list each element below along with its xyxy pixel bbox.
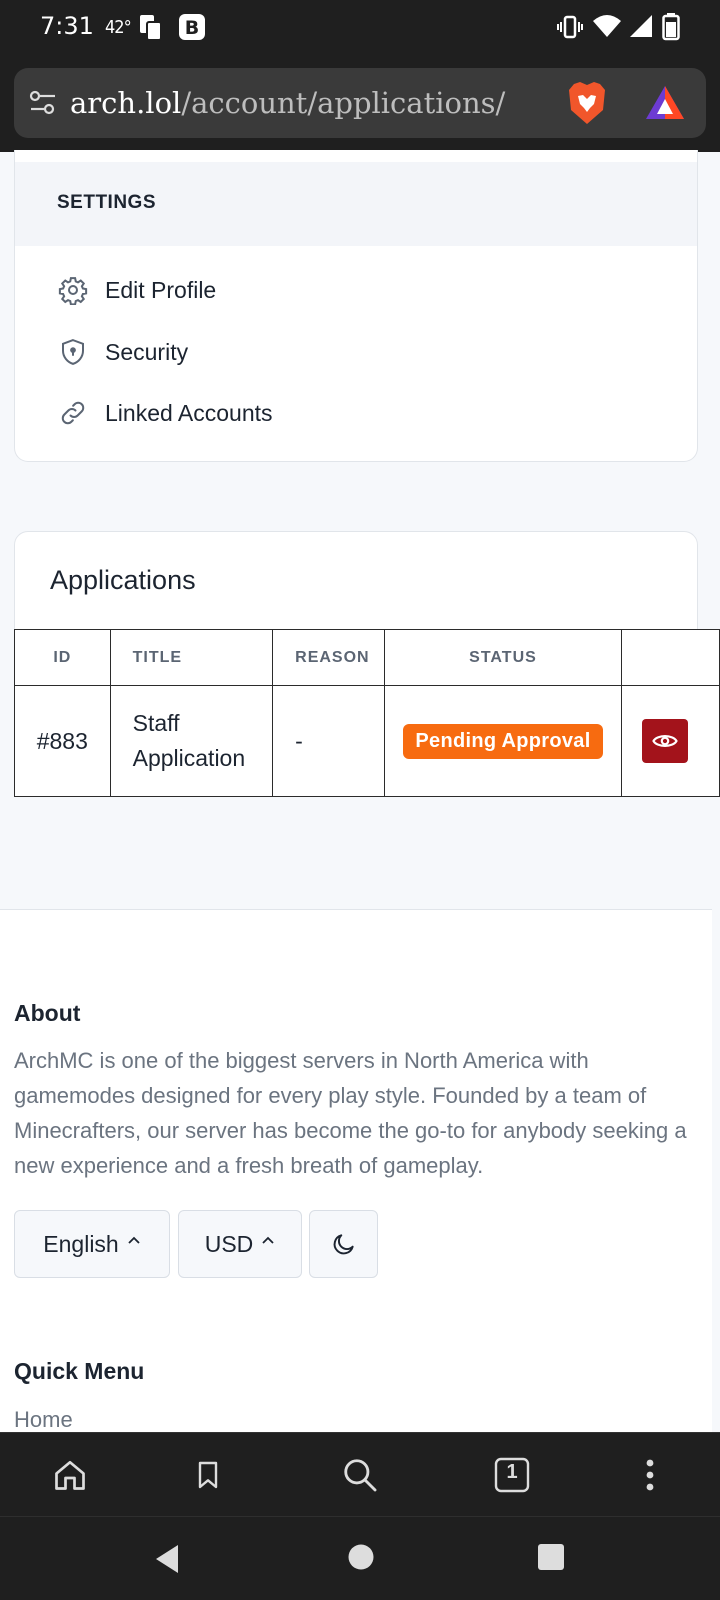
tab-count: 1 — [506, 1461, 518, 1483]
chevron-up-icon — [128, 1236, 140, 1244]
chevron-up-icon — [262, 1236, 274, 1244]
site-footer: About ArchMC is one of the biggest serve… — [0, 909, 712, 1432]
bookmarks-button[interactable] — [188, 1455, 228, 1495]
brave-rewards-icon[interactable] — [644, 83, 686, 123]
column-header-status: STATUS — [384, 629, 622, 686]
home-icon — [55, 1460, 85, 1490]
menu-item-label: Linked Accounts — [105, 399, 273, 426]
currency-selector[interactable]: USD — [178, 1210, 302, 1278]
brave-shields-icon[interactable] — [566, 80, 608, 126]
menu-item-label: Edit Profile — [105, 276, 217, 303]
back-icon[interactable] — [152, 1543, 182, 1575]
settings-card: SETTINGS Edit Profile Security Linked Ac… — [14, 150, 698, 462]
moon-icon — [333, 1234, 354, 1255]
cell-title-line: Staff — [132, 710, 180, 736]
menu-item-edit-profile[interactable]: Edit Profile — [57, 270, 216, 310]
recents-icon[interactable] — [537, 1543, 565, 1571]
column-header-title: TITLE — [109, 629, 274, 686]
cell-title-line: Application — [132, 745, 246, 771]
about-title: About — [14, 1000, 81, 1026]
browser-header: arch.lol/account/applications/ — [0, 56, 720, 152]
cell-status: Pending Approval — [384, 685, 622, 797]
dark-mode-toggle[interactable] — [309, 1210, 378, 1278]
shield-icon — [57, 336, 89, 368]
about-text: ArchMC is one of the biggest servers in … — [14, 1048, 687, 1178]
system-nav-bar — [0, 1516, 720, 1600]
language-selector[interactable]: English — [14, 1210, 170, 1278]
copy-notification-icon — [140, 15, 162, 41]
bookmark-icon — [198, 1461, 218, 1489]
settings-heading: SETTINGS — [57, 192, 157, 213]
search-icon — [344, 1459, 377, 1492]
status-temperature: 42° — [105, 17, 132, 38]
cell-id: #883 — [14, 685, 111, 797]
menu-item-linked-accounts[interactable]: Linked Accounts — [57, 393, 273, 433]
signal-icon — [630, 15, 652, 37]
eye-icon — [651, 735, 678, 747]
wifi-icon — [593, 15, 621, 37]
status-time: 7:31 — [40, 12, 94, 40]
currency-label: USD — [204, 1230, 254, 1257]
browser-toolbar: 1 — [0, 1432, 720, 1516]
url-host: arch.lol — [70, 86, 182, 120]
gear-icon — [57, 274, 89, 306]
applications-table: ID TITLE REASON STATUS #883 Staff Applic… — [14, 629, 720, 797]
b-notification-icon: B — [179, 14, 205, 40]
card-top-strip — [15, 150, 697, 162]
site-settings-icon[interactable] — [28, 90, 58, 116]
status-badge: Pending Approval — [403, 723, 603, 759]
more-vertical-icon — [646, 1459, 654, 1491]
home-button[interactable] — [50, 1455, 90, 1495]
cell-reason: - — [272, 685, 386, 797]
address-bar[interactable]: arch.lol/account/applications/ — [14, 68, 706, 138]
menu-item-security[interactable]: Security — [57, 332, 188, 372]
svg-text:B: B — [185, 17, 199, 39]
url-text[interactable]: arch.lol/account/applications/ — [70, 86, 505, 120]
search-button[interactable] — [340, 1455, 380, 1495]
menu-item-label: Security — [105, 338, 189, 365]
cell-title: Staff Application — [109, 685, 274, 797]
more-menu-button[interactable] — [630, 1455, 670, 1495]
status-bar: 7:31 42° B — [0, 0, 720, 56]
column-header-actions — [620, 629, 720, 686]
link-icon — [57, 397, 89, 429]
tabs-button[interactable]: 1 — [492, 1455, 532, 1495]
quick-menu-link-home[interactable]: Home — [14, 1407, 73, 1433]
view-application-button[interactable] — [641, 719, 688, 763]
url-path: /account/applications/ — [181, 86, 506, 120]
battery-icon — [662, 13, 680, 41]
quick-menu-title: Quick Menu — [14, 1358, 145, 1384]
settings-header: SETTINGS — [15, 162, 697, 246]
column-header-reason: REASON — [272, 629, 386, 686]
vibrate-icon — [557, 15, 583, 39]
table-row: #883 Staff Application - Pending Approva… — [14, 685, 720, 797]
home-nav-icon[interactable] — [347, 1543, 375, 1571]
language-label: English — [43, 1230, 119, 1257]
applications-title: Applications — [50, 565, 196, 595]
column-header-id: ID — [14, 629, 111, 686]
table-header-row: ID TITLE REASON STATUS — [14, 629, 720, 686]
cell-actions — [620, 685, 720, 797]
